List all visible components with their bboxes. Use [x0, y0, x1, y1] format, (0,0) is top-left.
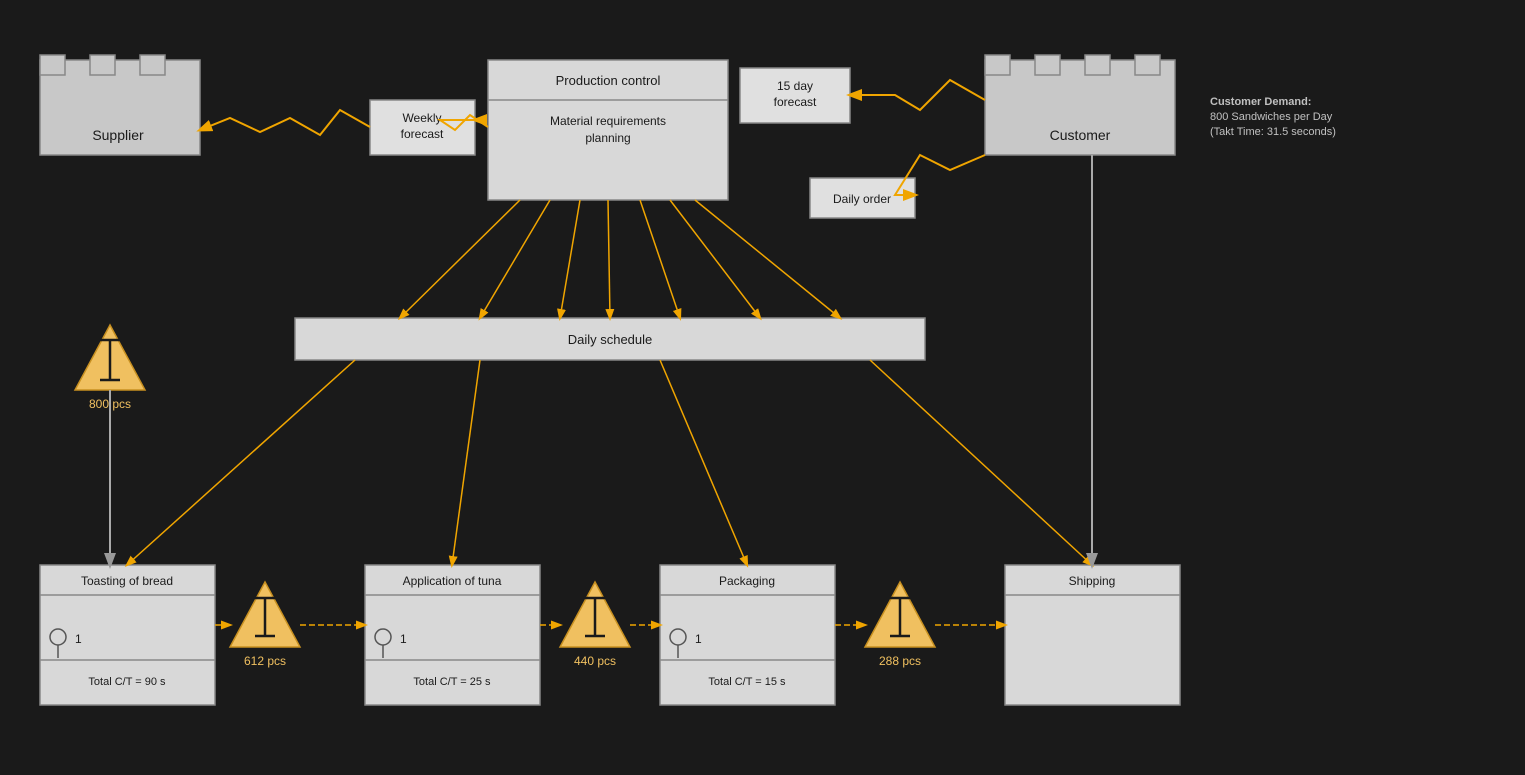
supplier-factory: Supplier: [40, 55, 200, 155]
svg-text:(Takt Time: 31.5 seconds): (Takt Time: 31.5 seconds): [1210, 126, 1336, 138]
customer-factory: Customer: [985, 55, 1175, 155]
svg-text:Daily schedule: Daily schedule: [568, 332, 653, 347]
process-tuna: Application of tuna 1 Total C/T = 25 s: [365, 565, 540, 705]
svg-text:1: 1: [400, 632, 407, 646]
process-packaging: Packaging 1 Total C/T = 15 s: [660, 565, 835, 705]
svg-text:1: 1: [75, 632, 82, 646]
svg-text:Daily order: Daily order: [833, 192, 891, 206]
svg-text:800 Sandwiches per Day: 800 Sandwiches per Day: [1210, 111, 1333, 123]
svg-text:planning: planning: [585, 131, 630, 145]
svg-text:Application of tuna: Application of tuna: [403, 574, 502, 588]
svg-text:288 pcs: 288 pcs: [879, 654, 921, 668]
svg-text:Production control: Production control: [556, 73, 661, 88]
svg-text:612 pcs: 612 pcs: [244, 654, 286, 668]
svg-text:Total C/T = 90 s: Total C/T = 90 s: [88, 676, 166, 688]
svg-text:Packaging: Packaging: [719, 574, 775, 588]
svg-text:Customer Demand:: Customer Demand:: [1210, 96, 1311, 108]
svg-text:15 day: 15 day: [777, 79, 813, 93]
supplier-label: Supplier: [92, 127, 144, 143]
process-toasting: Toasting of bread 1 Total C/T = 90 s: [40, 565, 215, 705]
daily-order-box: Daily order: [810, 178, 915, 218]
production-control-box: Production control Material requirements…: [488, 60, 728, 200]
svg-text:1: 1: [695, 632, 702, 646]
process-shipping: Shipping: [1005, 565, 1180, 705]
svg-text:Total C/T = 25 s: Total C/T = 25 s: [413, 676, 491, 688]
svg-text:440 pcs: 440 pcs: [574, 654, 616, 668]
svg-text:Weekly: Weekly: [402, 111, 441, 125]
weekly-forecast-box: Weekly forecast: [370, 100, 475, 155]
svg-text:forecast: forecast: [401, 127, 444, 141]
svg-text:Toasting of bread: Toasting of bread: [81, 574, 173, 588]
svg-text:Material requirements: Material requirements: [550, 114, 666, 128]
svg-text:forecast: forecast: [774, 95, 817, 109]
svg-text:Shipping: Shipping: [1069, 574, 1116, 588]
svg-text:Total C/T = 15 s: Total C/T = 15 s: [708, 676, 786, 688]
customer-label: Customer: [1050, 127, 1111, 143]
daily-schedule-box: Daily schedule: [295, 318, 925, 360]
diagram: Supplier Customer Customer Demand: 800 S…: [0, 0, 1525, 770]
forecast-15day-box: 15 day forecast: [740, 68, 850, 123]
